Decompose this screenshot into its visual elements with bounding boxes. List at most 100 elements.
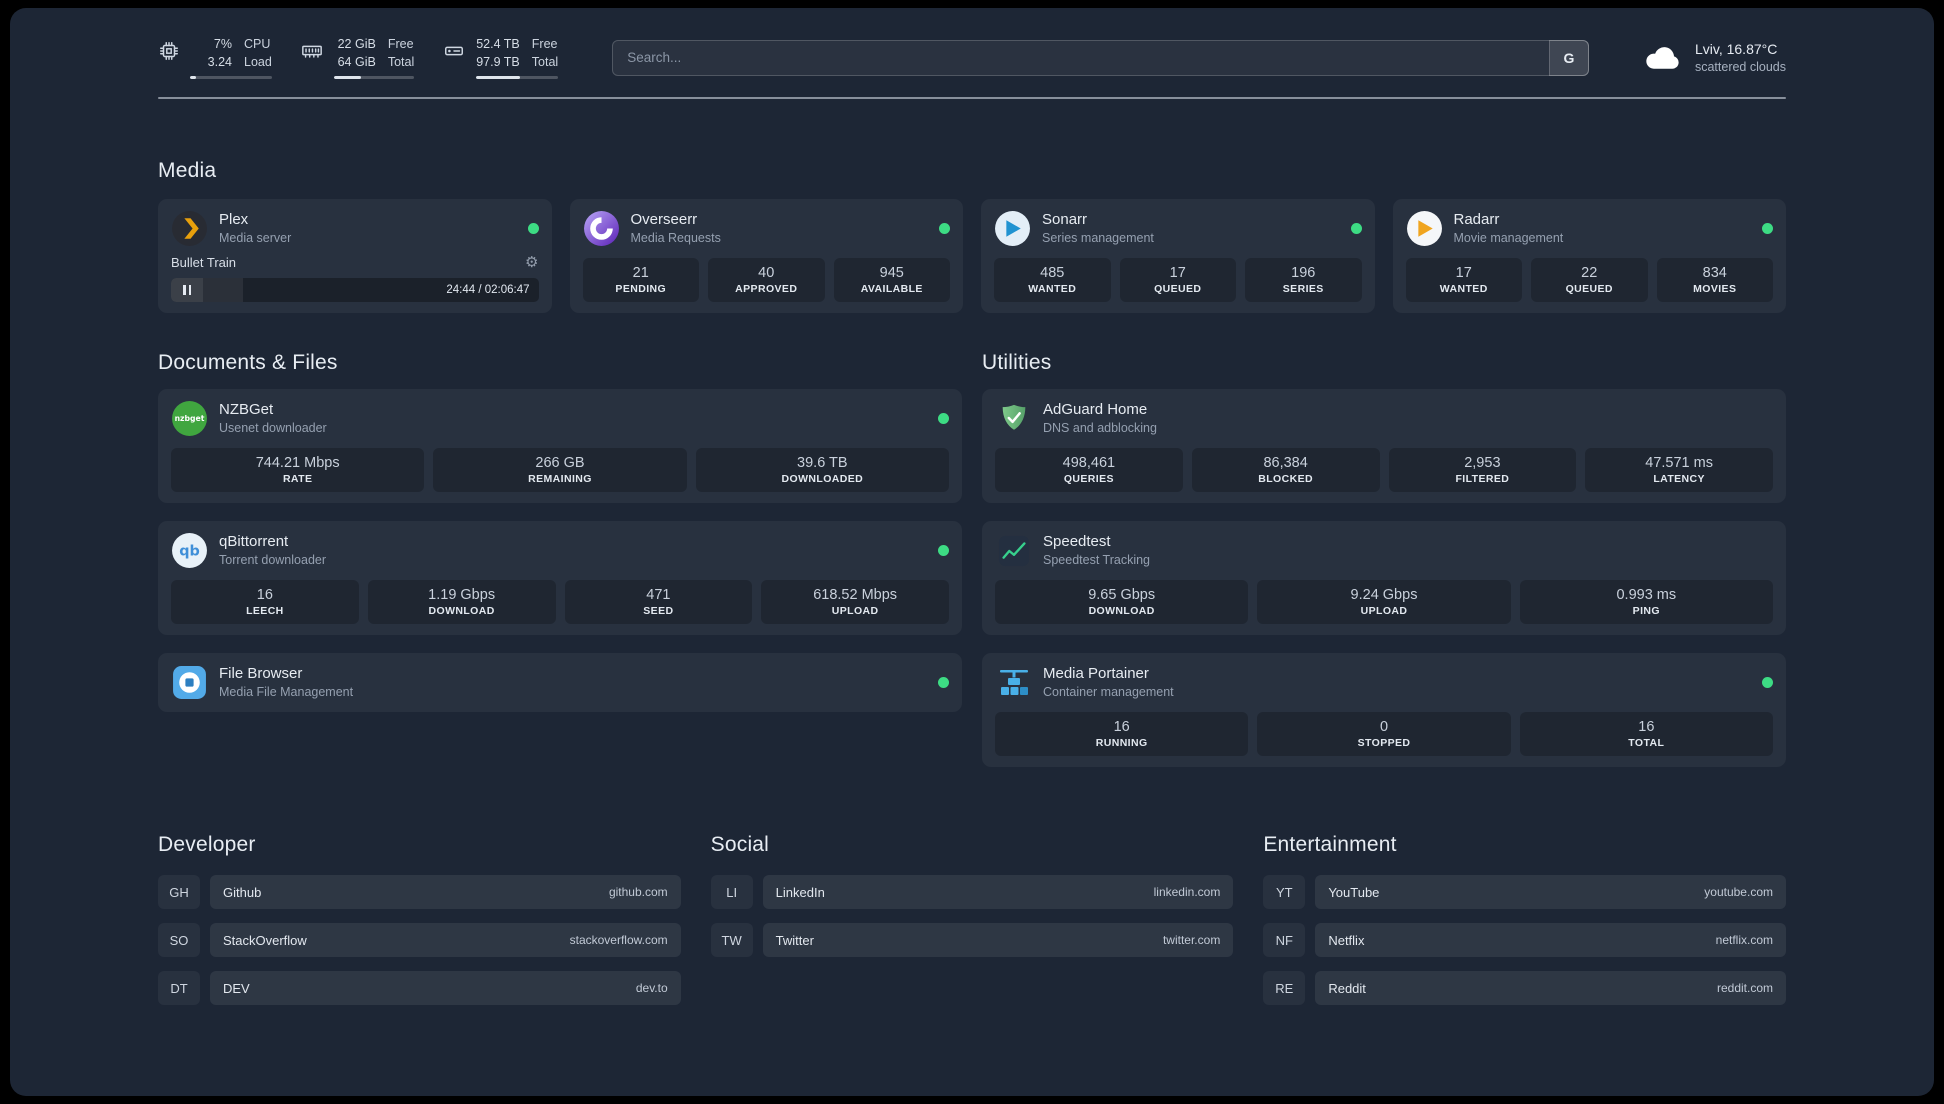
- weather-widget[interactable]: Lviv, 16.87°C scattered clouds: [1643, 40, 1786, 76]
- search-bar: G: [612, 39, 1589, 76]
- service-meta: Sonarr Series management: [1042, 211, 1154, 246]
- stat-label: SERIES: [1282, 283, 1324, 295]
- status-online-dot: [938, 545, 949, 556]
- weather-text: Lviv, 16.87°C scattered clouds: [1695, 40, 1786, 76]
- stat-value: 0.993 ms: [1616, 587, 1677, 603]
- bookmark-abbr: RE: [1263, 971, 1306, 1005]
- stat-label: APPROVED: [735, 283, 798, 295]
- stat-label: BLOCKED: [1258, 473, 1313, 485]
- service-card-speedtest[interactable]: Speedtest Speedtest Tracking 9.65 Gbps D…: [982, 521, 1786, 635]
- stat-value: 39.6 TB: [797, 455, 848, 471]
- settings-gear-icon[interactable]: ⚙: [525, 253, 538, 271]
- service-card-plex[interactable]: Plex Media server Bullet Train ⚙ 24:44 /…: [158, 199, 552, 313]
- bookmark-reddit[interactable]: RE Reddit reddit.com: [1263, 971, 1786, 1005]
- stat-upload: 618.52 Mbps UPLOAD: [761, 580, 949, 624]
- weather-location: Lviv, 16.87°C: [1694, 40, 1778, 57]
- search-input[interactable]: [612, 39, 1589, 76]
- stat-label: LEECH: [246, 605, 284, 617]
- bookmark-link[interactable]: LinkedIn linkedin.com: [762, 875, 1234, 909]
- now-playing-title: Bullet Train: [171, 254, 237, 270]
- utilities-column: Utilities AdGuard Home DNS and adblockin…: [982, 313, 1786, 767]
- adguard-shield-icon: [995, 400, 1032, 437]
- stat-label: RATE: [282, 473, 313, 485]
- bookmark-twitter[interactable]: TW Twitter twitter.com: [710, 923, 1234, 957]
- bookmark-link[interactable]: StackOverflow stackoverflow.com: [210, 923, 681, 957]
- stats-row: 16 LEECH 1.19 Gbps DOWNLOAD 471 SEED 618…: [171, 580, 949, 624]
- status-online-dot: [938, 677, 949, 688]
- bookmark-url: stackoverflow.com: [569, 933, 668, 947]
- disk-total-value: 97.9 TB: [476, 54, 520, 69]
- stat-label: TOTAL: [1628, 737, 1665, 749]
- disk-widget: 52.4 TB 97.9 TB Free Total: [442, 36, 559, 79]
- status-online-dot: [1762, 677, 1773, 688]
- stat-ping: 0.993 ms PING: [1519, 580, 1773, 624]
- cpu-label: CPU: [244, 37, 271, 51]
- service-subtitle: Speedtest Tracking: [1043, 552, 1151, 567]
- bookmark-abbr: DT: [158, 971, 200, 1005]
- bookmark-youtube[interactable]: YT YouTube youtube.com: [1263, 875, 1786, 909]
- service-card-filebrowser[interactable]: File Browser Media File Management: [158, 653, 962, 712]
- bookmark-github[interactable]: GH Github github.com: [158, 875, 681, 909]
- service-name: qBittorrent: [219, 533, 289, 550]
- service-header: Sonarr Series management: [994, 210, 1362, 247]
- bookmark-group-social: Social LI LinkedIn linkedin.com TW Twitt…: [710, 767, 1234, 1005]
- playback-time: 24:44 / 02:06:47: [446, 284, 530, 296]
- service-card-sonarr[interactable]: Sonarr Series management 485 WANTED 17 Q…: [981, 199, 1375, 313]
- stat-value: 86,384: [1263, 455, 1308, 471]
- stat-latency: 47.571 ms LATENCY: [1585, 448, 1773, 492]
- bookmark-link[interactable]: YouTube youtube.com: [1315, 875, 1786, 909]
- service-card-overseerr[interactable]: Overseerr Media Requests 21 PENDING 40 A…: [569, 199, 963, 313]
- section-title-documents: Documents & Files: [158, 351, 338, 374]
- stat-label: WANTED: [1028, 283, 1077, 295]
- service-card-nzbget[interactable]: nzbget NZBGet Usenet downloader 744.21 M…: [158, 389, 962, 503]
- stat-queries: 498,461 QUERIES: [995, 448, 1183, 492]
- stat-value: 9.24 Gbps: [1350, 587, 1418, 603]
- service-card-radarr[interactable]: Radarr Movie management 17 WANTED 22 QUE…: [1392, 199, 1786, 313]
- bookmark-abbr: TW: [710, 923, 753, 957]
- playback-progress-bar[interactable]: 24:44 / 02:06:47: [171, 278, 539, 302]
- search-provider-button[interactable]: G: [1548, 39, 1589, 76]
- bookmark-abbr: LI: [710, 875, 753, 909]
- dashboard-page: 7% 3.24 CPU Load 22 GiB 64 GiB Free Tota…: [10, 8, 1934, 1096]
- stat-label: DOWNLOAD: [428, 605, 495, 617]
- stat-blocked: 86,384 BLOCKED: [1191, 448, 1380, 492]
- stat-label: WANTED: [1439, 283, 1488, 295]
- service-subtitle: Usenet downloader: [219, 420, 327, 435]
- pause-button[interactable]: [171, 278, 203, 302]
- disk-readout: 52.4 TB 97.9 TB Free Total: [476, 36, 559, 79]
- stats-row: 17 WANTED 22 QUEUED 834 MOVIES: [1405, 258, 1773, 302]
- stats-row: 485 WANTED 17 QUEUED 196 SERIES: [994, 258, 1362, 302]
- bookmark-name: DEV: [223, 980, 250, 996]
- qbittorrent-icon: qb: [171, 532, 208, 569]
- status-online-dot: [939, 223, 950, 234]
- bookmark-linkedin[interactable]: LI LinkedIn linkedin.com: [710, 875, 1234, 909]
- bookmark-link[interactable]: Reddit reddit.com: [1315, 971, 1786, 1005]
- stat-value: 834: [1702, 265, 1727, 281]
- bookmark-netflix[interactable]: NF Netflix netflix.com: [1263, 923, 1786, 957]
- filebrowser-icon: [171, 664, 208, 701]
- bookmark-link[interactable]: Twitter twitter.com: [762, 923, 1234, 957]
- stat-label: QUEUED: [1565, 283, 1613, 295]
- bookmark-stackoverflow[interactable]: SO StackOverflow stackoverflow.com: [158, 923, 681, 957]
- stat-leech: 16 LEECH: [171, 580, 359, 624]
- bookmark-link[interactable]: Netflix netflix.com: [1315, 923, 1786, 957]
- bookmark-dev[interactable]: DT DEV dev.to: [158, 971, 681, 1005]
- stat-label: DOWNLOAD: [1088, 605, 1155, 617]
- bookmark-link[interactable]: Github github.com: [210, 875, 681, 909]
- service-card-adguard[interactable]: AdGuard Home DNS and adblocking 498,461 …: [982, 389, 1786, 503]
- bookmark-name: Github: [223, 884, 262, 900]
- header-divider: [158, 97, 1786, 99]
- svg-text:nzbget: nzbget: [175, 414, 205, 423]
- disk-usage-fill: [476, 76, 521, 79]
- stat-label: AVAILABLE: [860, 283, 923, 295]
- service-card-qbittorrent[interactable]: qb qBittorrent Torrent downloader 16 LEE…: [158, 521, 962, 635]
- service-card-portainer[interactable]: Media Portainer Container management 16 …: [982, 653, 1786, 767]
- stat-filtered: 2,953 FILTERED: [1388, 448, 1577, 492]
- service-subtitle: Media server: [219, 230, 292, 245]
- service-header: qb qBittorrent Torrent downloader: [171, 532, 949, 569]
- stat-pending: 21 PENDING: [582, 258, 699, 302]
- bookmark-link[interactable]: DEV dev.to: [210, 971, 681, 1005]
- disk-free-value: 52.4 TB: [476, 37, 520, 51]
- media-grid: Plex Media server Bullet Train ⚙ 24:44 /…: [158, 199, 1786, 313]
- stats-row: 744.21 Mbps RATE 266 GB REMAINING 39.6 T…: [171, 448, 949, 492]
